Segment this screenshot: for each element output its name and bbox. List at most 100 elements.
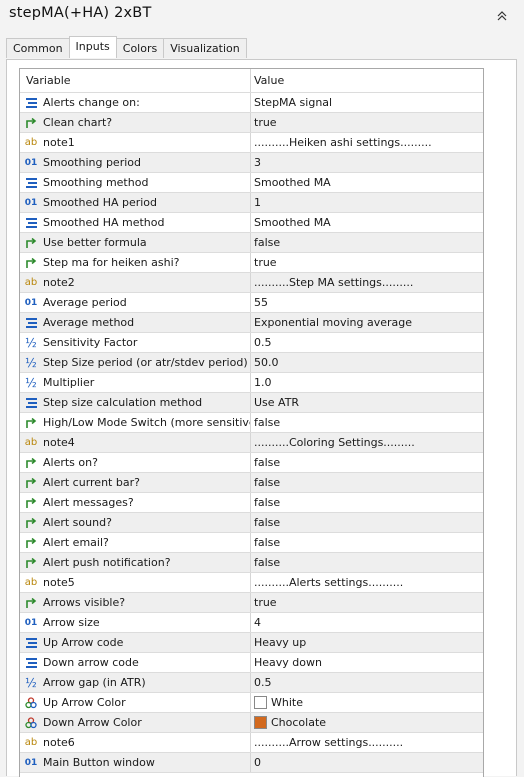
enum-icon bbox=[24, 396, 38, 410]
variable-cell: Down arrow code bbox=[20, 653, 251, 672]
table-row[interactable]: 01 Smoothing period 3 bbox=[20, 153, 483, 173]
column-header-variable[interactable]: Variable bbox=[20, 69, 251, 92]
table-row[interactable]: ½ Sensitivity Factor 0.5 bbox=[20, 333, 483, 353]
table-row[interactable]: Step size calculation method Use ATR bbox=[20, 393, 483, 413]
variable-value: 3 bbox=[254, 156, 261, 169]
value-cell[interactable]: 3 bbox=[251, 153, 483, 172]
value-cell[interactable]: true bbox=[251, 253, 483, 272]
value-cell[interactable]: 4 bbox=[251, 613, 483, 632]
value-cell[interactable]: false bbox=[251, 493, 483, 512]
value-cell[interactable]: 50.0 bbox=[251, 353, 483, 372]
table-row[interactable]: Up Arrow code Heavy up bbox=[20, 633, 483, 653]
color-swatch[interactable] bbox=[254, 696, 267, 709]
value-cell[interactable]: ..........Coloring Settings......... bbox=[251, 433, 483, 452]
table-row[interactable]: ab note1 ..........Heiken ashi settings...… bbox=[20, 133, 483, 153]
table-row[interactable]: Up Arrow Color White bbox=[20, 693, 483, 713]
value-cell[interactable]: 1.0 bbox=[251, 373, 483, 392]
table-row[interactable]: Smoothing method Smoothed MA bbox=[20, 173, 483, 193]
variable-value: ..........Step MA settings......... bbox=[254, 276, 414, 289]
tab-common[interactable]: Common bbox=[6, 38, 70, 58]
variable-value: false bbox=[254, 496, 281, 509]
variable-value: 50.0 bbox=[254, 356, 279, 369]
table-row[interactable]: ½ Multiplier 1.0 bbox=[20, 373, 483, 393]
value-cell[interactable]: false bbox=[251, 533, 483, 552]
value-cell[interactable]: Smoothed MA bbox=[251, 213, 483, 232]
variable-value: Exponential moving average bbox=[254, 316, 413, 329]
tab-visualization[interactable]: Visualization bbox=[163, 38, 247, 58]
value-cell[interactable]: Use ATR bbox=[251, 393, 483, 412]
variable-name: Smoothed HA method bbox=[43, 216, 165, 229]
value-cell[interactable]: false bbox=[251, 233, 483, 252]
value-cell[interactable]: true bbox=[251, 593, 483, 612]
table-row[interactable]: Use better formula false bbox=[20, 233, 483, 253]
value-cell[interactable]: ..........Heiken ashi settings......... bbox=[251, 133, 483, 152]
table-row[interactable]: Clean chart? true bbox=[20, 113, 483, 133]
value-cell[interactable]: 55 bbox=[251, 293, 483, 312]
table-row[interactable]: Average method Exponential moving average bbox=[20, 313, 483, 333]
value-cell[interactable]: Exponential moving average bbox=[251, 313, 483, 332]
column-header-value[interactable]: Value bbox=[251, 69, 483, 92]
value-cell[interactable]: White bbox=[251, 693, 483, 712]
variable-cell: 01 Smoothing period bbox=[20, 153, 251, 172]
table-row[interactable]: Alert email? false bbox=[20, 533, 483, 553]
variable-name: Smoothing method bbox=[43, 176, 149, 189]
variable-name: Down Arrow Color bbox=[43, 716, 142, 729]
table-row[interactable]: Step ma for heiken ashi? true bbox=[20, 253, 483, 273]
value-cell[interactable]: true bbox=[251, 113, 483, 132]
tab-colors[interactable]: Colors bbox=[115, 38, 165, 58]
value-cell[interactable]: ..........Step MA settings......... bbox=[251, 273, 483, 292]
table-row[interactable]: Down arrow code Heavy down bbox=[20, 653, 483, 673]
table-row[interactable]: Alert messages? false bbox=[20, 493, 483, 513]
table-row[interactable]: ab note5 ..........Alerts settings........… bbox=[20, 573, 483, 593]
variable-cell: Alert push notification? bbox=[20, 553, 251, 572]
value-cell[interactable]: false bbox=[251, 413, 483, 432]
value-cell[interactable]: false bbox=[251, 453, 483, 472]
value-cell[interactable]: Heavy up bbox=[251, 633, 483, 652]
table-row[interactable]: 01 Average period 55 bbox=[20, 293, 483, 313]
variable-name: Alert messages? bbox=[43, 496, 134, 509]
table-row[interactable]: ½ Step Size period (or atr/stdev period) 5… bbox=[20, 353, 483, 373]
collapse-button[interactable] bbox=[492, 6, 512, 26]
table-row[interactable]: 01 Arrow size 4 bbox=[20, 613, 483, 633]
table-row[interactable]: Alerts on? false bbox=[20, 453, 483, 473]
value-cell[interactable]: Smoothed MA bbox=[251, 173, 483, 192]
double-icon: ½ bbox=[25, 355, 37, 370]
table-row[interactable]: ab note6 ..........Arrow settings.........… bbox=[20, 733, 483, 753]
variable-name: Up Arrow Color bbox=[43, 696, 126, 709]
table-row[interactable]: 01 Smoothed HA period 1 bbox=[20, 193, 483, 213]
tab-inputs[interactable]: Inputs bbox=[68, 36, 117, 58]
table-row[interactable]: ab note4 ..........Coloring Settings......… bbox=[20, 433, 483, 453]
value-cell[interactable]: 0.5 bbox=[251, 333, 483, 352]
table-row[interactable]: Arrows visible? true bbox=[20, 593, 483, 613]
table-row[interactable]: ab note2 ..........Step MA settings.......… bbox=[20, 273, 483, 293]
variable-cell: ab note2 bbox=[20, 273, 251, 292]
value-cell[interactable]: ..........Alerts settings.......... bbox=[251, 573, 483, 592]
value-cell[interactable]: false bbox=[251, 473, 483, 492]
table-row[interactable]: Down Arrow Color Chocolate bbox=[20, 713, 483, 733]
variable-cell: Clean chart? bbox=[20, 113, 251, 132]
value-cell[interactable]: Heavy down bbox=[251, 653, 483, 672]
double-icon: ½ bbox=[25, 675, 37, 690]
variable-value: false bbox=[254, 456, 281, 469]
variable-value: StepMA signal bbox=[254, 96, 333, 109]
variable-value: Heavy up bbox=[254, 636, 307, 649]
color-swatch[interactable] bbox=[254, 716, 267, 729]
tab-strip: Common Inputs Colors Visualization bbox=[6, 36, 247, 59]
value-cell[interactable]: Chocolate bbox=[251, 713, 483, 732]
table-row[interactable]: Smoothed HA method Smoothed MA bbox=[20, 213, 483, 233]
value-cell[interactable]: false bbox=[251, 553, 483, 572]
table-row[interactable]: Alerts change on: StepMA signal bbox=[20, 93, 483, 113]
table-row[interactable]: Alert push notification? false bbox=[20, 553, 483, 573]
value-cell[interactable]: 1 bbox=[251, 193, 483, 212]
table-row[interactable]: High/Low Mode Switch (more sensitive) fal… bbox=[20, 413, 483, 433]
value-cell[interactable]: 0 bbox=[251, 753, 483, 772]
grid-header: Variable Value bbox=[20, 69, 483, 93]
table-row[interactable]: 01 Main Button window 0 bbox=[20, 753, 483, 773]
table-row[interactable]: ½ Arrow gap (in ATR) 0.5 bbox=[20, 673, 483, 693]
value-cell[interactable]: ..........Arrow settings.......... bbox=[251, 733, 483, 752]
table-row[interactable]: Alert sound? false bbox=[20, 513, 483, 533]
value-cell[interactable]: false bbox=[251, 513, 483, 532]
value-cell[interactable]: StepMA signal bbox=[251, 93, 483, 112]
value-cell[interactable]: 0.5 bbox=[251, 673, 483, 692]
table-row[interactable]: Alert current bar? false bbox=[20, 473, 483, 493]
